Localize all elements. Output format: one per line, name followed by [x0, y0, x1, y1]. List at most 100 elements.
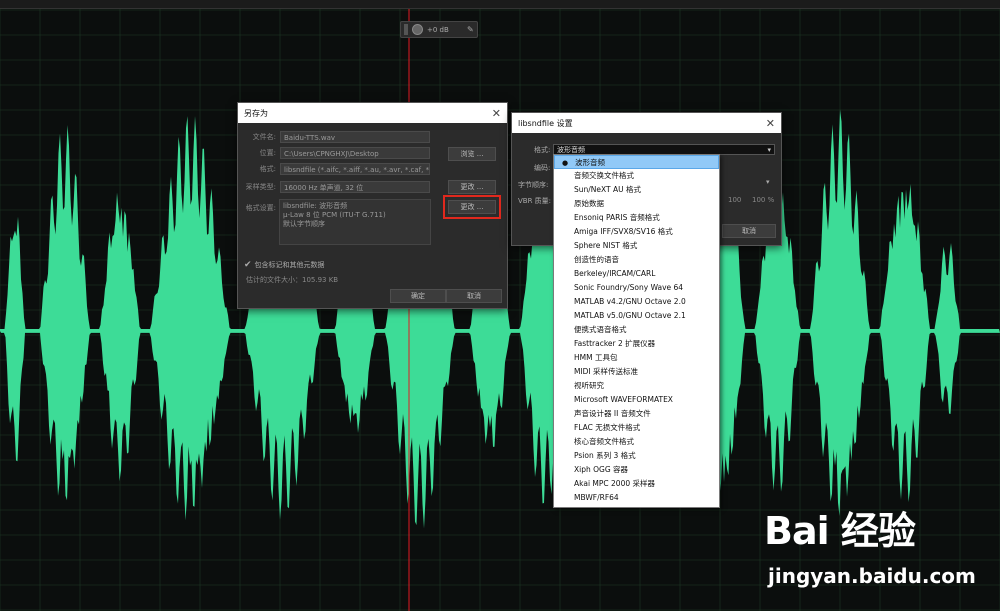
browse-button[interactable]: 浏览 ...	[448, 147, 496, 161]
volume-meter	[404, 24, 408, 35]
change-format-settings-button[interactable]: 更改 ...	[443, 195, 501, 219]
dropdown-item[interactable]: MATLAB v5.0/GNU Octave 2.1	[554, 309, 719, 323]
lib-format-value: 波形音频	[557, 146, 585, 154]
dropdown-item[interactable]: Berkeley/IRCAM/CARL	[554, 267, 719, 281]
dropdown-item-label: Fasttracker 2 扩展仪器	[574, 339, 656, 348]
volume-knob[interactable]	[412, 24, 423, 35]
chevron-down-icon[interactable]: ▾	[766, 178, 770, 186]
change-sample-type-button[interactable]: 更改 ...	[448, 180, 496, 194]
dropdown-item-label: Amiga IFF/SVX8/SV16 格式	[574, 227, 673, 236]
ok-button[interactable]: 确定	[390, 289, 446, 303]
include-metadata-label: 包含标记和其他元数据	[254, 261, 325, 269]
save-as-title: 另存为	[244, 108, 268, 118]
filename-row: 文件名: Baidu-TTS.wav	[238, 131, 430, 143]
close-icon[interactable]: ✕	[492, 107, 501, 120]
dropdown-item[interactable]: 原始数据	[554, 197, 719, 211]
dropdown-item-label: Berkeley/IRCAM/CARL	[574, 269, 656, 278]
checkbox-icon[interactable]: ✔	[244, 260, 252, 270]
watermark: Bai 经验 jingyan.baidu.com	[764, 500, 976, 588]
dropdown-item[interactable]: 核心音频文件格式	[554, 435, 719, 449]
dropdown-item-label: 原始数据	[574, 199, 604, 208]
dropdown-item[interactable]: Microsoft WAVEFORMATEX	[554, 393, 719, 407]
format-settings-line: 默认字节顺序	[283, 220, 325, 228]
dropdown-item-label: Sun/NeXT AU 格式	[574, 185, 641, 194]
dropdown-item[interactable]: 视听研究	[554, 379, 719, 393]
libsndfile-title: libsndfile 设置	[518, 118, 573, 128]
format-label: 格式:	[259, 165, 276, 173]
dropdown-item[interactable]: Sun/NeXT AU 格式	[554, 183, 719, 197]
format-dropdown-list[interactable]: ● 波形音频音频交换文件格式 Sun/NeXT AU 格式 原始数据 Ensoniq P…	[553, 154, 720, 508]
encoding-label: 编码:	[534, 164, 551, 172]
dropdown-item-label: 波形音频	[575, 158, 605, 167]
lib-cancel-button[interactable]: 取消	[722, 224, 776, 238]
dropdown-item-label: Akai MPC 2000 采样器	[574, 479, 655, 488]
dropdown-item-label: MATLAB v5.0/GNU Octave 2.1	[574, 311, 686, 320]
filename-input[interactable]: Baidu-TTS.wav	[280, 131, 430, 143]
dropdown-item-label: MBWF/RF64	[574, 493, 619, 502]
dropdown-item-label: MIDI 采样传送标准	[574, 367, 639, 376]
dropdown-item-label: Sphere NIST 格式	[574, 241, 638, 250]
dropdown-item[interactable]: 声音设计器 II 音频文件	[554, 407, 719, 421]
cancel-button[interactable]: 取消	[446, 289, 502, 303]
dropdown-item[interactable]: Sonic Foundry/Sony Wave 64	[554, 281, 719, 295]
dropdown-item[interactable]: ● 波形音频	[554, 155, 719, 169]
dropdown-item[interactable]: 音频交换文件格式	[554, 169, 719, 183]
watermark-logo: Bai 经验	[764, 509, 916, 553]
timeline-ruler[interactable]	[0, 0, 1000, 9]
format-row: 格式: libsndfile (*.aifc, *.aiff, *.au, *.…	[238, 163, 430, 175]
dropdown-item[interactable]: FLAC 无损文件格式	[554, 421, 719, 435]
location-label: 位置:	[259, 149, 276, 157]
close-icon[interactable]: ✕	[766, 117, 775, 130]
libsndfile-titlebar: libsndfile 设置 ✕	[512, 113, 781, 133]
watermark-url: jingyan.baidu.com	[768, 564, 976, 588]
dropdown-item-label: 声音设计器 II 音频文件	[574, 409, 651, 418]
format-settings-label: 格式设置:	[245, 204, 276, 212]
dropdown-item-label: Xiph OGG 容器	[574, 465, 629, 474]
dropdown-item-label: 核心音频文件格式	[574, 437, 634, 446]
filename-label: 文件名:	[252, 133, 276, 141]
include-metadata-row[interactable]: ✔ 包含标记和其他元数据	[244, 260, 325, 270]
dropdown-item[interactable]: Fasttracker 2 扩展仪器	[554, 337, 719, 351]
dropdown-item[interactable]: Sphere NIST 格式	[554, 239, 719, 253]
dropdown-item[interactable]: Xiph OGG 容器	[554, 463, 719, 477]
dropdown-item-label: FLAC 无损文件格式	[574, 423, 641, 432]
vbr-percent: 100 %	[752, 196, 775, 204]
dropdown-item[interactable]: HMM 工具包	[554, 351, 719, 365]
format-settings-row: 格式设置:	[238, 203, 280, 213]
dropdown-item-label: 视听研究	[574, 381, 604, 390]
dropdown-item-label: Sonic Foundry/Sony Wave 64	[574, 283, 684, 292]
format-settings-line: μ-Law 8 位 PCM (ITU-T G.711)	[283, 211, 386, 219]
sample-type-value: 16000 Hz 单声道, 32 位	[280, 181, 430, 193]
selected-dot-icon: ●	[562, 159, 569, 167]
lib-format-label: 格式:	[534, 146, 551, 154]
pin-icon[interactable]: ✎	[467, 25, 474, 34]
dropdown-item-label: Psion 系列 3 格式	[574, 451, 636, 460]
dropdown-item-label: Microsoft WAVEFORMATEX	[574, 395, 673, 404]
dropdown-item-label: HMM 工具包	[574, 353, 618, 362]
sample-type-row: 采样类型: 16000 Hz 单声道, 32 位	[238, 181, 430, 193]
chevron-down-icon: ▾	[767, 146, 771, 154]
volume-hud[interactable]: +0 dB ✎	[400, 21, 478, 38]
dropdown-item[interactable]: MATLAB v4.2/GNU Octave 2.0	[554, 295, 719, 309]
dropdown-item[interactable]: 便携式语音格式	[554, 323, 719, 337]
dropdown-item[interactable]: Psion 系列 3 格式	[554, 449, 719, 463]
format-settings-box: libsndfile: 波形音频 μ-Law 8 位 PCM (ITU-T G.…	[279, 199, 431, 245]
byte-order-label: 字节顺序:	[518, 181, 549, 189]
format-select[interactable]: libsndfile (*.aifc, *.aiff, *.au, *.avr,…	[280, 163, 430, 175]
vbr-quality-label: VBR 质量:	[518, 197, 552, 205]
dropdown-item-label: 创造性的语音	[574, 255, 619, 264]
dropdown-item[interactable]: Akai MPC 2000 采样器	[554, 477, 719, 491]
dropdown-item[interactable]: MBWF/RF64	[554, 491, 719, 505]
format-settings-line: libsndfile: 波形音频	[283, 202, 348, 210]
dropdown-item-label: 便携式语音格式	[574, 325, 627, 334]
estimated-size: 估计的文件大小：105.93 KB	[246, 276, 339, 284]
vbr-value: 100	[728, 196, 742, 204]
volume-value: +0 dB	[427, 25, 449, 34]
dropdown-item[interactable]: Ensoniq PARIS 音频格式	[554, 211, 719, 225]
save-as-titlebar: 另存为 ✕	[238, 103, 507, 123]
dropdown-item[interactable]: 创造性的语音	[554, 253, 719, 267]
dropdown-item[interactable]: Amiga IFF/SVX8/SV16 格式	[554, 225, 719, 239]
dropdown-item[interactable]: MIDI 采样传送标准	[554, 365, 719, 379]
dropdown-item-label: 音频交换文件格式	[574, 171, 634, 180]
location-select[interactable]: C:\Users\CPNGHXJ\Desktop	[280, 147, 430, 159]
